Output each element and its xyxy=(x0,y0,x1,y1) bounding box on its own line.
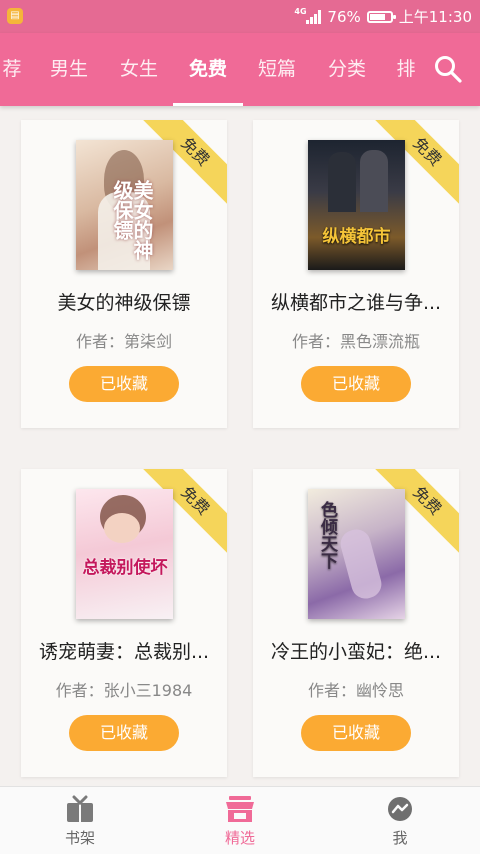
tab-short[interactable]: 短篇 xyxy=(248,33,306,106)
book-cover[interactable]: 纵横都市 xyxy=(308,140,405,270)
book-title[interactable]: 诱宠萌妻：总裁别... xyxy=(21,637,227,664)
book-title[interactable]: 美女的神级保镖 xyxy=(21,288,227,315)
bottom-nav-label: 书架 xyxy=(64,829,95,847)
cover-title: 美女的神级保镖 xyxy=(110,180,154,260)
favorited-button[interactable]: 已收藏 xyxy=(69,715,179,751)
book-grid: 免费 美女的神级保镖 美女的神级保镖 作者：第柒剑 已收藏 免费 纵横都市 纵横… xyxy=(0,106,480,786)
category-tab-bar: 荐 男生 女生 免费 短篇 分类 排 xyxy=(0,33,480,106)
tab-female[interactable]: 女生 xyxy=(110,33,168,106)
bookshelf-icon xyxy=(67,795,93,822)
favorited-button[interactable]: 已收藏 xyxy=(301,715,411,751)
cover-title: 总裁别使坏 xyxy=(82,558,168,578)
bottom-nav-bookshelf[interactable]: 书架 xyxy=(0,787,160,854)
book-cover[interactable]: 美女的神级保镖 xyxy=(76,140,173,270)
battery-percent: 76% xyxy=(327,7,361,26)
bottom-nav-label: 我 xyxy=(392,829,408,847)
book-author: 作者：第柒剑 xyxy=(75,332,172,351)
favorited-button[interactable]: 已收藏 xyxy=(301,366,411,402)
tab-recommend[interactable]: 荐 xyxy=(0,33,36,106)
tab-free[interactable]: 免费 xyxy=(179,33,237,106)
book-author: 作者：幽怜思 xyxy=(307,681,404,700)
clock: 上午11:30 xyxy=(398,8,472,26)
book-title[interactable]: 纵横都市之谁与争... xyxy=(253,288,459,315)
bottom-nav-label: 精选 xyxy=(224,829,255,847)
network-type: 4G xyxy=(294,6,307,16)
profile-bubble-icon xyxy=(388,797,412,821)
book-author: 作者：张小三1984 xyxy=(55,681,193,700)
book-cover[interactable]: 总裁别使坏 xyxy=(76,489,173,619)
cover-title: 纵横都市 xyxy=(322,227,391,247)
tab-ranking[interactable]: 排 xyxy=(386,33,426,106)
status-right: 4G 76% 上午11:30 xyxy=(294,0,472,33)
store-icon xyxy=(226,796,254,822)
book-author: 作者：黑色漂流瓶 xyxy=(291,332,420,351)
bottom-nav-featured[interactable]: 精选 xyxy=(160,787,320,854)
favorited-button[interactable]: 已收藏 xyxy=(69,366,179,402)
search-icon[interactable] xyxy=(433,54,463,84)
tab-male[interactable]: 男生 xyxy=(40,33,98,106)
book-cover[interactable]: 色倾天下 xyxy=(308,489,405,619)
book-card[interactable]: 免费 总裁别使坏 诱宠萌妻：总裁别... 作者：张小三1984 已收藏 xyxy=(21,469,227,777)
cover-title: 色倾天下 xyxy=(317,501,337,569)
book-card[interactable]: 免费 色倾天下 冷王的小蛮妃：绝... 作者：幽怜思 已收藏 xyxy=(253,469,459,777)
bottom-nav-me[interactable]: 我 xyxy=(320,787,480,854)
tab-category[interactable]: 分类 xyxy=(318,33,376,106)
book-card[interactable]: 免费 美女的神级保镖 美女的神级保镖 作者：第柒剑 已收藏 xyxy=(21,120,227,428)
book-card[interactable]: 免费 纵横都市 纵横都市之谁与争... 作者：黑色漂流瓶 已收藏 xyxy=(253,120,459,428)
status-bar: ▤ 4G 76% 上午11:30 xyxy=(0,0,480,33)
app-notification-icon: ▤ xyxy=(7,8,23,24)
signal-icon: 4G xyxy=(294,7,322,24)
battery-icon xyxy=(366,10,396,23)
bottom-nav: 书架 精选 我 xyxy=(0,786,480,854)
book-title[interactable]: 冷王的小蛮妃：绝... xyxy=(253,637,459,664)
